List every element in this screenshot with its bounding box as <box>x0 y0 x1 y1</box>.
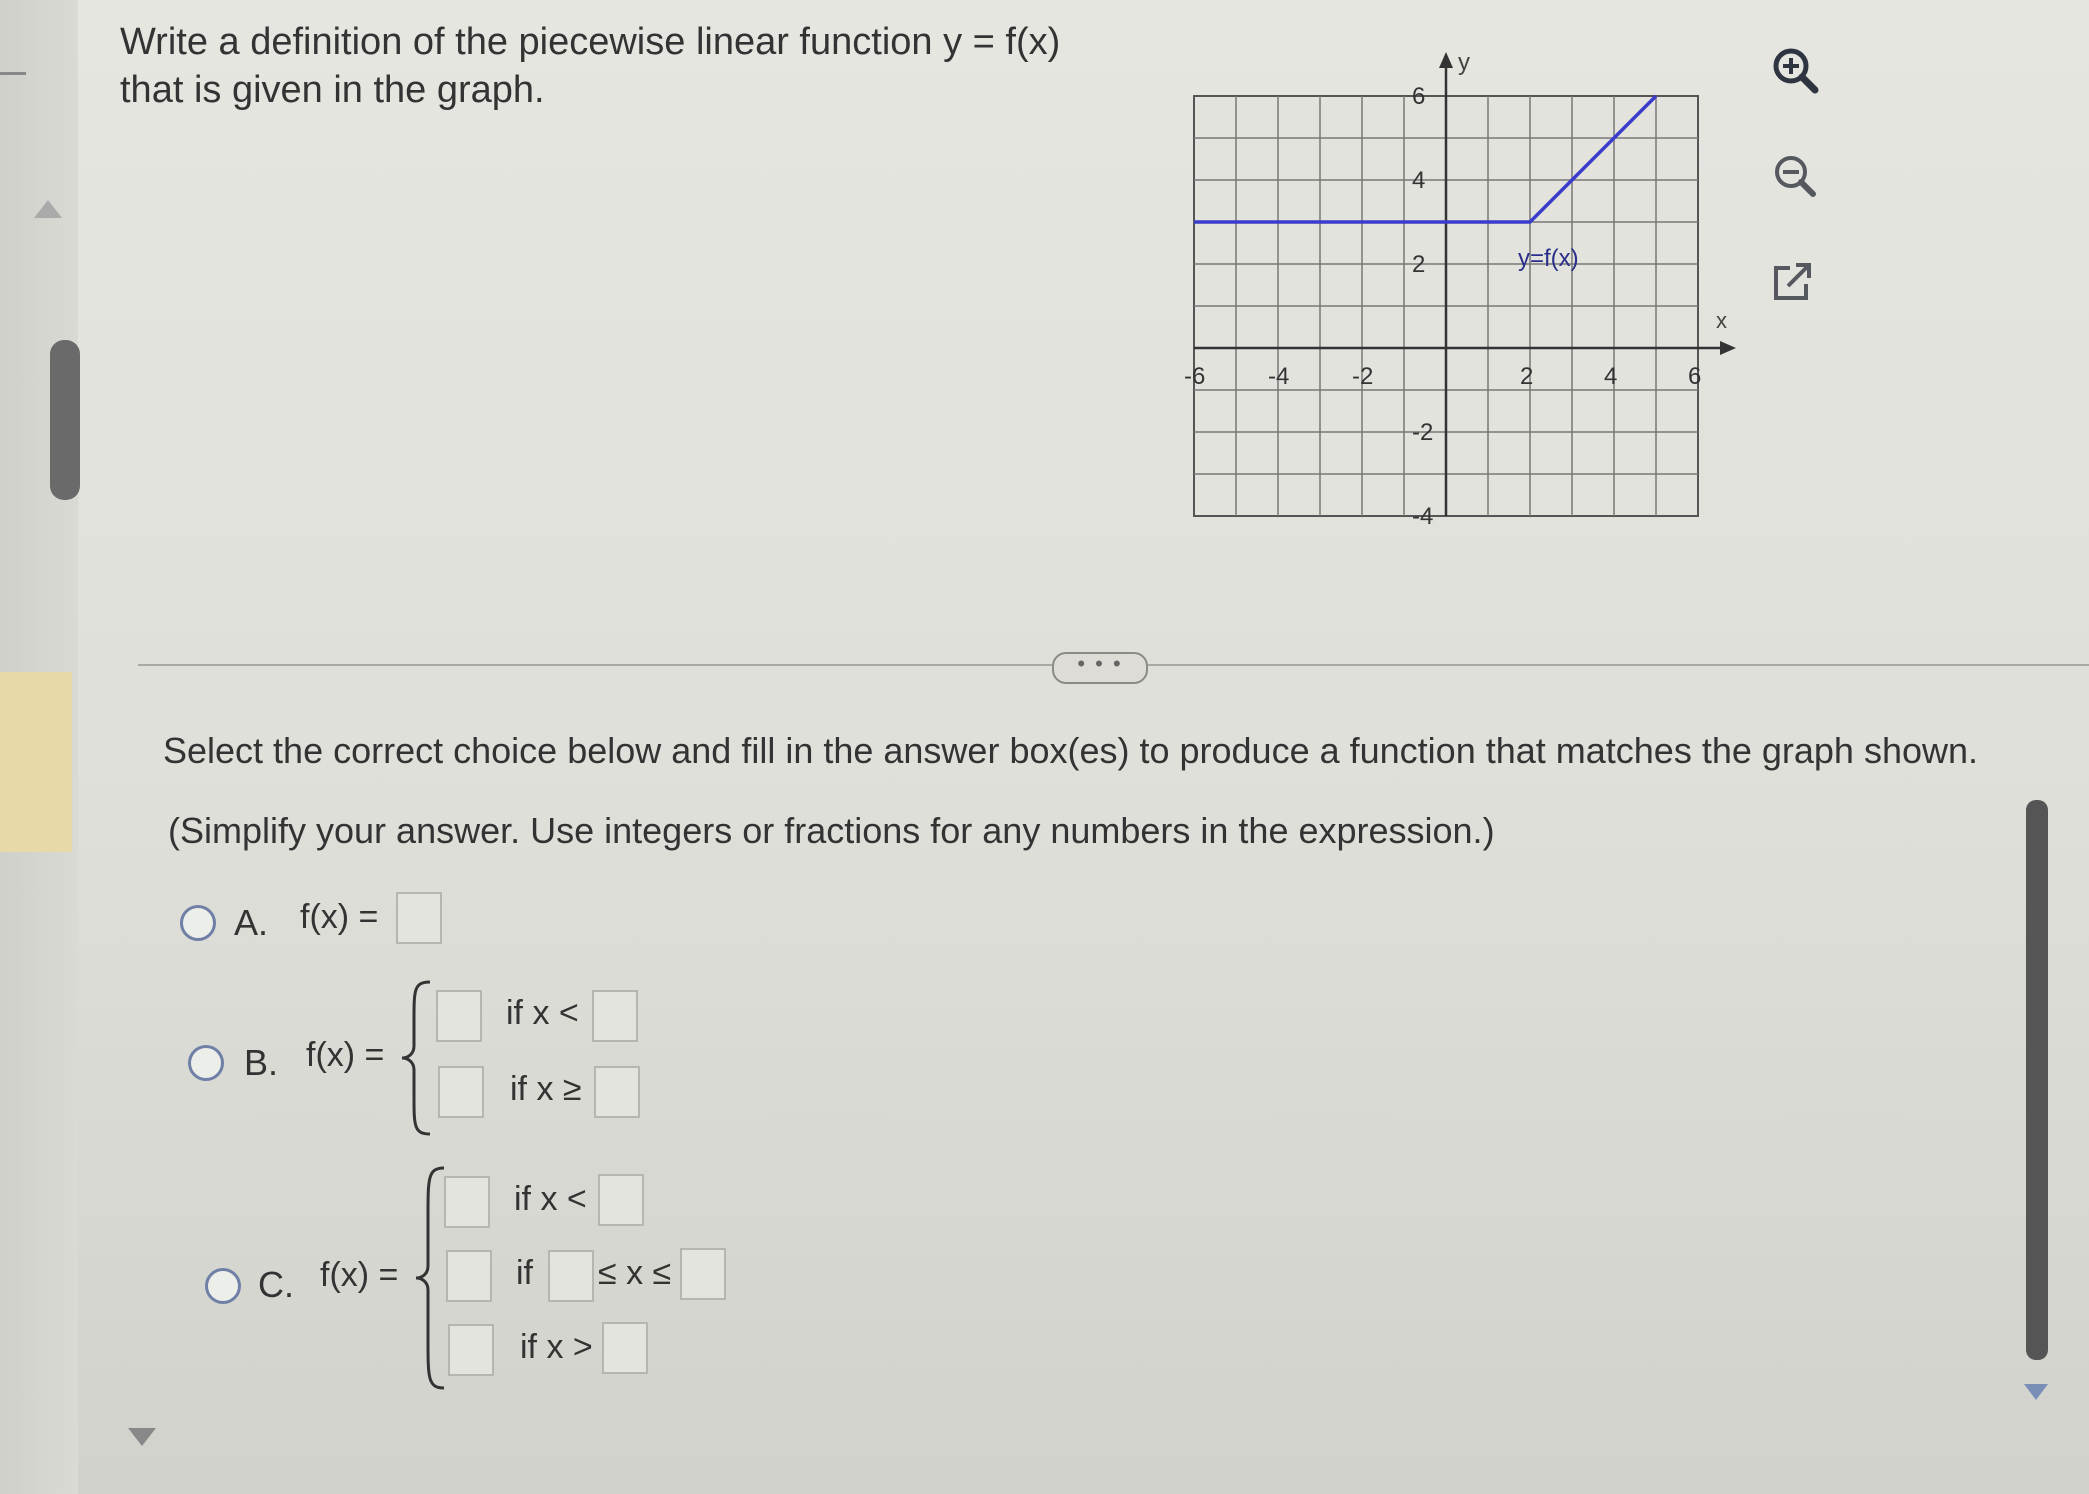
choice-c-cond3: if x > <box>520 1328 593 1366</box>
more-options-button[interactable]: • • • <box>1052 652 1148 684</box>
choice-b-letter: B. <box>244 1042 279 1083</box>
zoom-in-icon <box>1773 48 1819 94</box>
x-axis-label: x <box>1716 308 1727 333</box>
y-axis-arrow-icon <box>1439 52 1453 68</box>
choice-a-answer-box[interactable] <box>396 892 442 944</box>
choice-b-piece1-bound-box[interactable] <box>592 990 638 1042</box>
right-scrollbar-thumb[interactable] <box>2026 800 2048 1360</box>
choice-a-fx: f(x) = <box>300 898 379 936</box>
zoom-out-icon <box>1775 156 1816 197</box>
popout-button[interactable] <box>1762 252 1822 312</box>
choice-c-piece1-expr-box[interactable] <box>444 1176 490 1228</box>
simplify-note: (Simplify your answer. Use integers or f… <box>168 810 1495 851</box>
choice-c-brace <box>415 1166 445 1390</box>
y-tick-label: 4 <box>1412 167 1425 194</box>
function-graph: x y -6 -4 -2 2 4 6 6 4 2 -2 -4 y=f(x) <box>1184 49 1736 530</box>
highlight-strip <box>0 672 72 852</box>
choice-c-letter: C. <box>258 1264 294 1305</box>
choice-c-radio[interactable] <box>205 1268 241 1304</box>
external-link-icon <box>1774 263 1811 300</box>
choice-b-cond2: if x ≥ <box>510 1070 582 1108</box>
zoom-out-button[interactable] <box>1765 146 1825 206</box>
scrollbar-thumb[interactable] <box>50 340 80 500</box>
x-tick-label: -2 <box>1352 363 1373 390</box>
y-tick-label: 6 <box>1412 83 1425 110</box>
choice-b-brace <box>401 980 431 1136</box>
choice-b-fx: f(x) = <box>306 1036 385 1074</box>
choice-c-piece1-bound-box[interactable] <box>598 1174 644 1226</box>
choice-c-cond2-mid: ≤ x ≤ <box>598 1254 672 1292</box>
x-axis-arrow-icon <box>1720 341 1736 355</box>
choice-a-letter: A. <box>234 902 269 943</box>
choice-c-piece3-expr-box[interactable] <box>448 1324 494 1376</box>
choice-b-cond1: if x < <box>506 994 579 1032</box>
choice-c-fx: f(x) = <box>320 1256 399 1294</box>
question-line-1: Write a definition of the piecewise line… <box>120 21 1061 63</box>
choice-c-piece3-bound-box[interactable] <box>602 1322 648 1374</box>
question-line-2: that is given in the graph. <box>120 69 545 111</box>
function-label: y=f(x) <box>1518 245 1579 272</box>
instructions-text: Select the correct choice below and fill… <box>163 730 1979 771</box>
x-tick-label: 6 <box>1688 363 1701 390</box>
choice-b-radio[interactable] <box>188 1045 224 1081</box>
choice-c-piece2-expr-box[interactable] <box>446 1250 492 1302</box>
choice-b-piece1-expr-box[interactable] <box>436 990 482 1042</box>
page: Write a definition of the piecewise line… <box>0 0 2089 1494</box>
x-tick-label: 2 <box>1520 363 1533 390</box>
x-tick-label: -6 <box>1184 363 1205 390</box>
y-tick-label: -4 <box>1412 503 1433 530</box>
question-text: Write a definition of the piecewise line… <box>120 18 1120 114</box>
choice-a-radio[interactable] <box>180 905 216 941</box>
y-tick-label: 2 <box>1412 251 1425 278</box>
collapse-dash-icon[interactable] <box>0 72 26 75</box>
scroll-down-arrow-icon[interactable] <box>128 1428 156 1446</box>
choice-b-piece2-bound-box[interactable] <box>594 1066 640 1118</box>
y-axis-label: y <box>1458 49 1470 76</box>
zoom-in-button[interactable] <box>1765 40 1825 100</box>
choice-c-piece2-lower-box[interactable] <box>548 1250 594 1302</box>
x-tick-label: 4 <box>1604 363 1617 390</box>
choice-c-cond2-if: if <box>516 1254 533 1292</box>
y-tick-label: -2 <box>1412 419 1433 446</box>
x-tick-label: -4 <box>1268 363 1289 390</box>
choice-b-piece2-expr-box[interactable] <box>438 1066 484 1118</box>
left-panel-scrollbar[interactable] <box>0 0 80 1494</box>
scroll-up-arrow-icon[interactable] <box>34 200 62 218</box>
choice-c-cond1: if x < <box>514 1180 587 1218</box>
right-scroll-down-arrow-icon[interactable] <box>2024 1384 2048 1400</box>
choice-c-piece2-upper-box[interactable] <box>680 1248 726 1300</box>
